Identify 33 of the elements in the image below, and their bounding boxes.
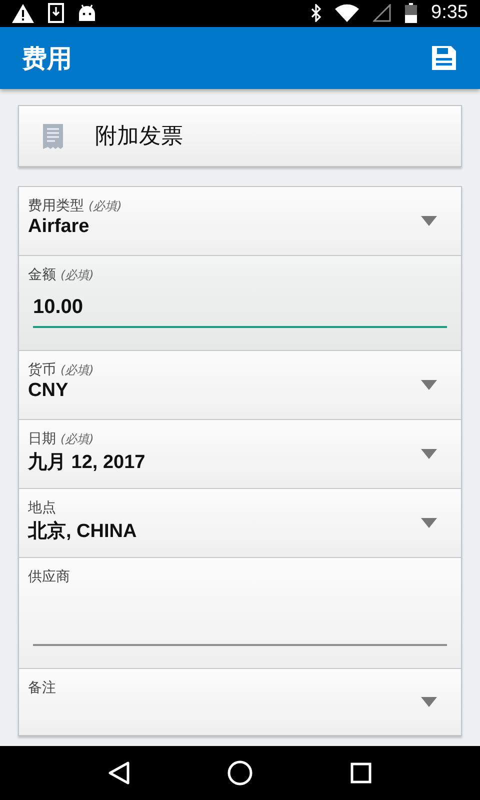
dropdown-arrow-icon <box>421 697 437 708</box>
screen-title: 费用 <box>22 42 73 75</box>
home-icon <box>226 760 253 786</box>
field-label: 费用类型 (必填) <box>28 197 123 216</box>
back-icon <box>108 761 130 786</box>
wifi-icon <box>335 4 360 22</box>
android-icon <box>78 4 96 22</box>
bluetooth-icon <box>311 4 322 22</box>
attach-receipt-button[interactable]: 附加发票 <box>18 105 462 168</box>
dropdown-field[interactable]: 日期 (必填) 九月 12, 2017 <box>19 419 461 488</box>
dropdown-arrow-icon <box>421 216 437 226</box>
field-label: 货币 (必填) <box>28 361 95 380</box>
dropdown-field[interactable]: 费用类型 (必填) Airfare <box>19 187 461 256</box>
recents-icon <box>350 762 372 784</box>
dropdown-arrow-icon <box>421 380 437 390</box>
warning-icon <box>12 4 34 23</box>
field-label: 供应商 <box>28 568 71 586</box>
battery-icon <box>405 3 418 24</box>
dropdown-field[interactable]: 货币 (必填) CNY <box>19 350 461 420</box>
dropdown-field[interactable]: 地点 北京, CHINA <box>19 488 461 558</box>
field-label: 金额 (必填) <box>28 266 95 284</box>
receipt-icon <box>43 124 63 149</box>
field-label: 日期 (必填) <box>28 430 95 448</box>
input-field[interactable]: 10.00 <box>33 292 447 328</box>
field-label: 地点 <box>28 499 57 518</box>
save-icon <box>432 46 456 70</box>
download-icon <box>48 3 64 24</box>
field-label: 备注 <box>28 679 57 698</box>
dropdown-field[interactable]: 备注 <box>19 668 461 736</box>
dropdown-arrow-icon <box>421 449 437 460</box>
dropdown-arrow-icon <box>421 518 437 528</box>
signal-icon <box>373 4 392 22</box>
clock-time: 9:35 <box>431 2 468 24</box>
